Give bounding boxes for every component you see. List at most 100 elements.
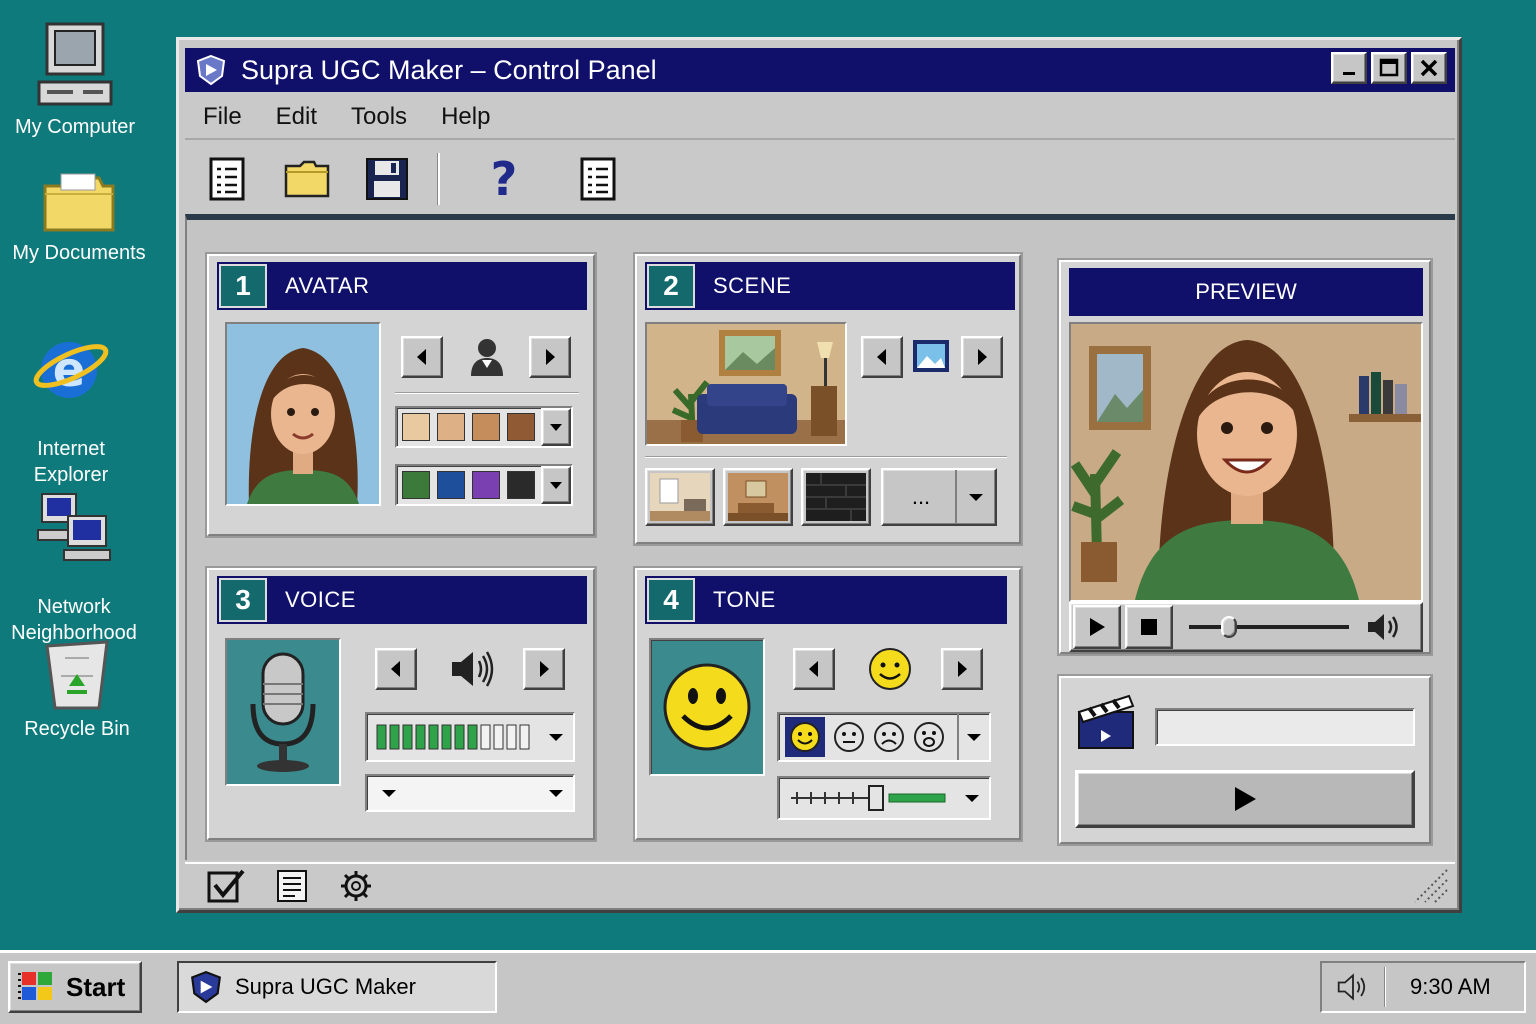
scene-option-warm-room[interactable] bbox=[723, 468, 793, 526]
new-document-icon bbox=[209, 157, 245, 201]
section-title: PREVIEW bbox=[1195, 279, 1297, 304]
scene-option-bright-room[interactable] bbox=[645, 468, 715, 526]
volume-icon[interactable] bbox=[1336, 972, 1370, 1002]
arrow-left-icon bbox=[391, 661, 400, 677]
preview-panel: PREVIEW bbox=[1057, 258, 1433, 656]
divider bbox=[645, 456, 1007, 458]
resize-grip-icon[interactable] bbox=[1409, 864, 1449, 904]
tone-prev-button[interactable] bbox=[793, 648, 835, 690]
minimize-button[interactable] bbox=[1331, 52, 1367, 84]
level-segment bbox=[415, 724, 426, 750]
seek-thumb[interactable] bbox=[1221, 616, 1237, 638]
document-icon[interactable] bbox=[275, 869, 309, 903]
maximize-button[interactable] bbox=[1371, 52, 1407, 84]
list-button[interactable] bbox=[558, 149, 638, 209]
skin-swatch[interactable] bbox=[437, 413, 465, 441]
shirt-swatch[interactable] bbox=[437, 471, 465, 499]
new-document-button[interactable] bbox=[187, 149, 267, 209]
dropdown-arrow[interactable] bbox=[955, 470, 995, 524]
skin-swatch[interactable] bbox=[402, 413, 430, 441]
shirt-swatch[interactable] bbox=[507, 471, 535, 499]
level-segment bbox=[454, 724, 465, 750]
desktop-icon-my-documents[interactable]: My Documents bbox=[4, 170, 154, 266]
avatar-prev-button[interactable] bbox=[401, 336, 443, 378]
render-panel bbox=[1057, 674, 1433, 846]
shirt-swatch[interactable] bbox=[402, 471, 430, 499]
voice-panel: 3 VOICE bbox=[205, 566, 597, 842]
scene-more-dropdown[interactable]: ... bbox=[881, 468, 997, 526]
scene-next-button[interactable] bbox=[961, 336, 1003, 378]
gear-icon[interactable] bbox=[339, 869, 373, 903]
dropdown-arrow[interactable] bbox=[955, 778, 989, 818]
dropdown-arrow[interactable] bbox=[539, 776, 573, 810]
voice-select-dropdown[interactable] bbox=[365, 774, 575, 812]
dropdown-arrow[interactable] bbox=[957, 714, 989, 760]
open-folder-button[interactable] bbox=[267, 149, 347, 209]
surprised-face-icon[interactable] bbox=[913, 721, 945, 753]
dropdown-arrow[interactable] bbox=[541, 408, 571, 446]
smiley-icon bbox=[869, 648, 911, 690]
level-segment bbox=[493, 724, 504, 750]
menu-tools[interactable]: Tools bbox=[351, 103, 407, 131]
start-button[interactable]: Start bbox=[8, 961, 142, 1013]
voice-next-button[interactable] bbox=[523, 648, 565, 690]
emotion-dropdown[interactable] bbox=[777, 712, 991, 762]
step-number: 3 bbox=[219, 578, 267, 622]
dropdown-arrow[interactable] bbox=[539, 714, 573, 760]
divider bbox=[395, 392, 579, 394]
save-button[interactable] bbox=[347, 149, 427, 209]
play-button[interactable] bbox=[1073, 605, 1121, 649]
toolbar-separator bbox=[437, 153, 440, 205]
menu-help[interactable]: Help bbox=[441, 103, 490, 131]
tone-next-button[interactable] bbox=[941, 648, 983, 690]
windows-logo-icon bbox=[18, 972, 52, 1000]
open-folder-icon bbox=[284, 160, 330, 198]
seek-slider[interactable] bbox=[1189, 612, 1359, 642]
desktop-icon-my-computer[interactable]: My Computer bbox=[0, 20, 150, 140]
help-button[interactable]: ? bbox=[464, 149, 544, 209]
taskbar-app-button[interactable]: Supra UGC Maker bbox=[177, 961, 497, 1013]
desktop-icon-label: Recycle Bin bbox=[24, 718, 130, 740]
preview-woman-image bbox=[1071, 324, 1421, 600]
close-button[interactable] bbox=[1411, 52, 1447, 84]
level-segment bbox=[376, 724, 387, 750]
tone-image bbox=[649, 638, 765, 776]
menu-file[interactable]: File bbox=[203, 103, 242, 131]
emotion-happy[interactable] bbox=[785, 717, 825, 757]
skin-swatch[interactable] bbox=[507, 413, 535, 441]
skin-swatch[interactable] bbox=[472, 413, 500, 441]
render-play-button[interactable] bbox=[1075, 770, 1415, 828]
voice-level-dropdown[interactable] bbox=[365, 712, 575, 762]
desktop-icon-recycle-bin[interactable]: Recycle Bin bbox=[2, 636, 152, 742]
volume-icon[interactable] bbox=[1365, 611, 1403, 643]
intensity-dropdown[interactable] bbox=[777, 776, 991, 820]
level-segment bbox=[506, 724, 517, 750]
intensity-slider[interactable] bbox=[789, 783, 949, 813]
dropdown-arrow[interactable] bbox=[541, 466, 571, 504]
checkbox-checked-icon[interactable] bbox=[207, 869, 245, 903]
happy-face-icon bbox=[790, 722, 820, 752]
shirt-swatch[interactable] bbox=[472, 471, 500, 499]
section-title: SCENE bbox=[713, 273, 792, 298]
neutral-face-icon[interactable] bbox=[833, 721, 865, 753]
title-bar[interactable]: Supra UGC Maker – Control Panel bbox=[185, 48, 1455, 92]
shirt-color-dropdown[interactable] bbox=[395, 464, 573, 506]
taskbar-app-label: Supra UGC Maker bbox=[235, 974, 416, 999]
sad-face-icon[interactable] bbox=[873, 721, 905, 753]
menu-edit[interactable]: Edit bbox=[276, 103, 317, 131]
status-bar bbox=[185, 862, 1455, 908]
clock: 9:30 AM bbox=[1410, 974, 1491, 999]
list-icon bbox=[580, 157, 616, 201]
control-panel-window: Supra UGC Maker – Control Panel File Edi… bbox=[176, 37, 1462, 913]
scene-option-dark-room[interactable] bbox=[801, 468, 871, 526]
chevron-down-icon bbox=[382, 790, 396, 797]
start-label: Start bbox=[66, 971, 126, 1002]
voice-prev-button[interactable] bbox=[375, 648, 417, 690]
scene-prev-button[interactable] bbox=[861, 336, 903, 378]
level-segment bbox=[519, 724, 530, 750]
more-scenes-label: ... bbox=[911, 484, 931, 509]
skin-tone-dropdown[interactable] bbox=[395, 406, 573, 448]
avatar-next-button[interactable] bbox=[529, 336, 571, 378]
stop-button[interactable] bbox=[1125, 605, 1173, 649]
speaker-icon bbox=[452, 651, 494, 687]
